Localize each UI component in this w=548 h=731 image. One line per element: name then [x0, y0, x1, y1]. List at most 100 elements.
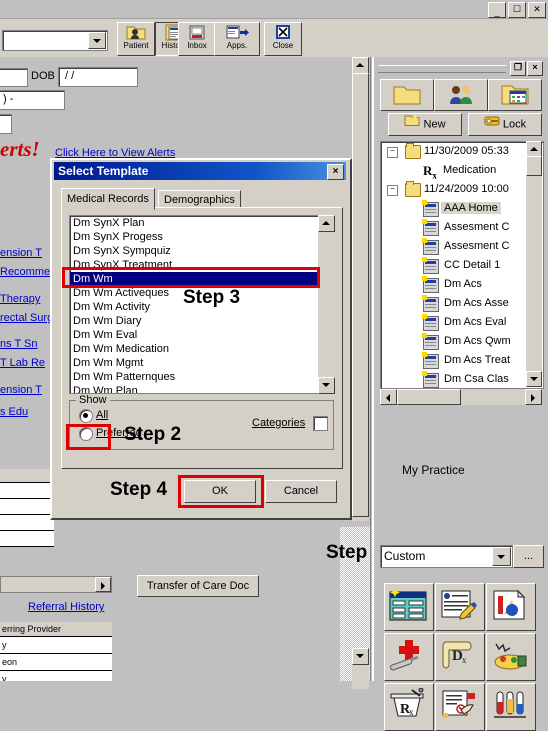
panel-close-button[interactable]: × [527, 61, 543, 76]
action-button-injection[interactable] [384, 633, 434, 681]
action-button-prescription[interactable] [435, 683, 485, 731]
listbox-scrollbar[interactable] [318, 215, 335, 394]
list-item[interactable]: Dm Wm Patternques [70, 370, 319, 384]
cancel-button[interactable]: Cancel [265, 480, 337, 503]
patient-link[interactable]: ension T [0, 384, 52, 406]
panel-tab-people[interactable] [434, 79, 488, 111]
action-button-labs[interactable] [486, 683, 536, 731]
scroll-right-arrow-icon[interactable] [525, 389, 542, 405]
tree-node-label: 11/30/2009 05:33 [424, 145, 509, 157]
chevron-down-icon[interactable] [492, 547, 511, 566]
minimize-button[interactable]: _ [488, 2, 506, 18]
tree-horizontal-scrollbar[interactable] [380, 389, 542, 405]
tree-node-document-selected[interactable]: AAA Home [381, 199, 543, 218]
tree-node-document[interactable]: Dm Acs Asse [381, 294, 543, 313]
tree-node-folder[interactable]: − 11/30/2009 05:33 [381, 142, 543, 161]
radio-all[interactable] [79, 409, 93, 423]
tree-node-document[interactable]: Dm Acs Qwm [381, 332, 543, 351]
scroll-down-arrow-icon[interactable] [526, 371, 542, 387]
content-vertical-scrollbar[interactable] [352, 57, 369, 521]
list-item[interactable]: Dm SynX Sympquiz [70, 244, 319, 258]
list-item[interactable]: Dm Wm Plan [70, 384, 319, 393]
tree-node-document[interactable]: Dm Csa Clas [381, 370, 543, 388]
toolbar-button-apps[interactable]: Apps. [214, 22, 260, 56]
dialog-close-button[interactable]: × [327, 164, 344, 180]
restore-button[interactable]: ☐ [508, 2, 526, 18]
horizontal-scrollbar[interactable] [0, 576, 112, 593]
ok-button[interactable]: OK [184, 480, 256, 503]
tab-medical-records[interactable]: Medical Records [61, 188, 155, 210]
scroll-right-arrow-icon[interactable] [95, 577, 111, 592]
tree-node-document[interactable]: Assesment C [381, 237, 543, 256]
scrollbar-thumb[interactable] [352, 73, 369, 517]
action-button-allergy[interactable] [486, 633, 536, 681]
radio-preferred[interactable] [79, 427, 93, 441]
list-item[interactable]: Dm Wm Mgmt [70, 356, 319, 370]
action-button-edit-note[interactable] [435, 583, 485, 631]
tree-vertical-scrollbar[interactable] [526, 141, 542, 387]
patient-link[interactable]: ension T [0, 247, 52, 266]
dob-field[interactable]: / / [58, 67, 138, 87]
list-item[interactable]: Dm Wm Medication [70, 342, 319, 356]
list-item[interactable]: Dm SynX Treatment [70, 258, 319, 272]
tree-node-document[interactable]: Dm Acs Treat [381, 351, 543, 370]
table-row[interactable]: y [0, 637, 112, 654]
table-row[interactable]: eon [0, 654, 112, 671]
patient-selector-combo[interactable] [2, 30, 108, 51]
scroll-up-arrow-icon[interactable] [526, 141, 542, 157]
list-item[interactable]: Dm SynX Plan [70, 216, 319, 230]
lock-button[interactable]: Lock [468, 113, 542, 136]
panel-restore-button[interactable]: ❐ [510, 61, 526, 76]
patient-link[interactable]: Recommen [0, 266, 56, 293]
list-item-selected[interactable]: Dm Wm [70, 272, 319, 286]
patient-link[interactable]: T Lab Re [0, 357, 52, 384]
categories-checkbox[interactable] [313, 416, 328, 431]
toolbar-button-close[interactable]: Close [264, 22, 302, 56]
patient-link[interactable]: Therapy [0, 293, 52, 312]
action-button-pharmacy[interactable]: R x [384, 683, 434, 731]
chart-report-icon [487, 589, 530, 627]
scroll-left-arrow-icon[interactable] [380, 389, 397, 405]
scrollbar-thumb[interactable] [526, 156, 542, 176]
chart-tree[interactable]: − 11/30/2009 05:33 Rx Medication − 11/24… [380, 141, 544, 389]
scroll-up-arrow-icon[interactable] [352, 57, 369, 74]
toolbar-button-inbox[interactable]: Inbox [178, 22, 216, 56]
close-window-button[interactable]: ✕ [528, 2, 546, 18]
list-item[interactable]: Dm Wm Eval [70, 328, 319, 342]
action-button-reports[interactable] [486, 583, 536, 631]
panel-tab-folder[interactable] [380, 79, 434, 111]
scroll-down-arrow-icon[interactable] [318, 377, 335, 394]
tree-node-folder[interactable]: − 11/24/2009 10:00 [381, 180, 543, 199]
referral-history-link[interactable]: Referral History [28, 601, 104, 613]
patient-link[interactable]: s Edu [0, 406, 52, 425]
custom-browse-button[interactable]: ... [513, 545, 544, 568]
patient-link[interactable]: rectal Surg [0, 312, 53, 338]
tree-node-document[interactable]: Assesment C [381, 218, 543, 237]
tree-node-document[interactable]: Dm Acs [381, 275, 543, 294]
transfer-of-care-button[interactable]: Transfer of Care Doc [137, 575, 259, 597]
custom-select[interactable]: Custom [380, 545, 513, 568]
scroll-up-arrow-icon[interactable] [318, 215, 335, 232]
tree-node-document[interactable]: CC Detail 1 [381, 256, 543, 275]
toolbar-button-patient[interactable]: Patient [117, 22, 155, 56]
new-button[interactable]: New [388, 113, 462, 136]
action-button-diagnosis[interactable]: D x [435, 633, 485, 681]
tree-node-rx[interactable]: Rx Medication [381, 161, 543, 181]
chevron-down-icon[interactable] [88, 32, 106, 49]
scroll-down-arrow-icon[interactable] [352, 648, 369, 665]
dialog-titlebar[interactable]: Select Template × [54, 162, 346, 180]
tree-node-document[interactable]: Dm Acs Eval [381, 313, 543, 332]
list-item[interactable]: Dm Wm Diary [70, 314, 319, 328]
scrollbar-thumb[interactable] [397, 389, 461, 405]
action-button-template-new[interactable] [384, 583, 434, 631]
expander-minus-icon[interactable]: − [387, 185, 398, 196]
patient-link[interactable]: ns T Sn [0, 338, 52, 357]
patient-name-field[interactable] [0, 68, 28, 87]
extra-field[interactable] [0, 114, 12, 134]
content-vertical-scrollbar-bottom[interactable] [352, 648, 369, 689]
expander-minus-icon[interactable]: − [387, 147, 398, 158]
table-row[interactable]: y [0, 671, 112, 681]
list-item[interactable]: Dm SynX Progess [70, 230, 319, 244]
panel-tab-calendar[interactable] [488, 79, 542, 111]
phone-field[interactable]: ) - [0, 90, 65, 110]
